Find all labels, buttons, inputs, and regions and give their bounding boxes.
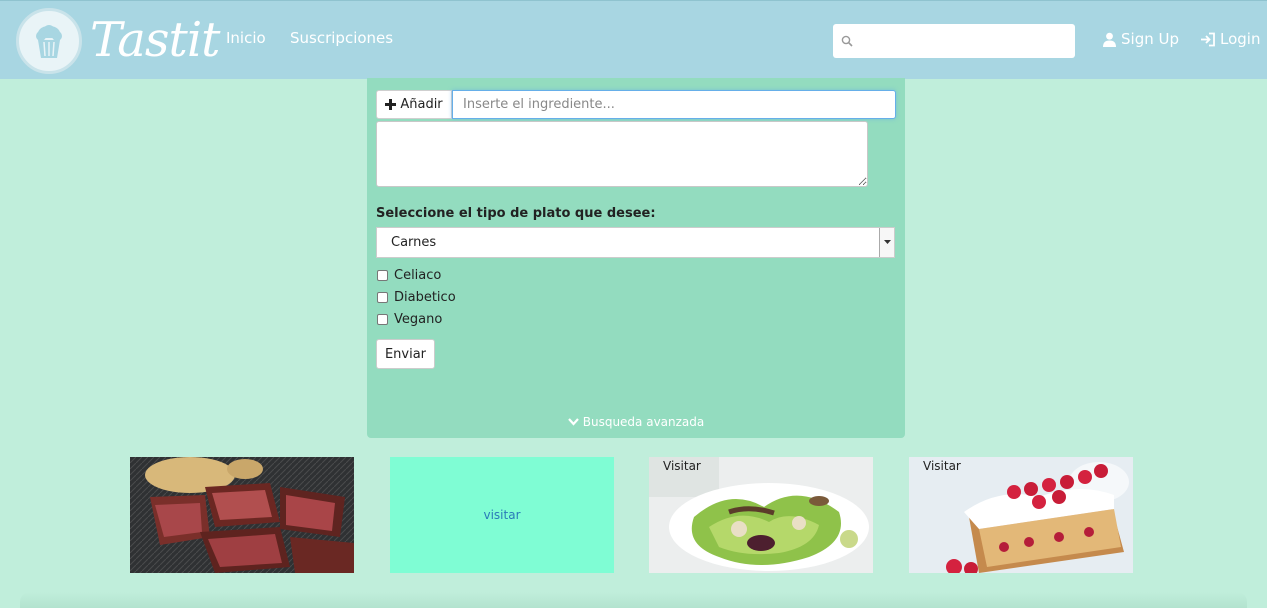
celiaco-checkbox[interactable] bbox=[377, 270, 388, 281]
dish-type-select[interactable]: Carnes bbox=[376, 227, 895, 258]
dropdown-caret-icon[interactable] bbox=[879, 228, 894, 257]
signup-link[interactable]: Sign Up bbox=[1102, 30, 1179, 48]
plus-icon bbox=[385, 99, 397, 110]
cake-image bbox=[909, 457, 1133, 573]
user-icon bbox=[1103, 32, 1116, 47]
option-celiaco[interactable]: Celiaco bbox=[377, 268, 441, 283]
search-panel: Añadir Seleccione el tipo de plato que d… bbox=[367, 78, 905, 438]
vegano-label: Vegano bbox=[394, 312, 443, 327]
ingredient-input[interactable] bbox=[452, 90, 896, 119]
salad-image bbox=[649, 457, 873, 573]
vegano-checkbox[interactable] bbox=[377, 314, 388, 325]
nav-inicio[interactable]: Inicio bbox=[226, 29, 266, 47]
option-diabetico[interactable]: Diabetico bbox=[377, 290, 456, 305]
option-vegano[interactable]: Vegano bbox=[377, 312, 442, 327]
recipe-card-steak[interactable] bbox=[130, 457, 354, 573]
footer-edge bbox=[20, 592, 1247, 608]
logo-icon[interactable] bbox=[16, 8, 82, 74]
submit-button[interactable]: Enviar bbox=[376, 339, 435, 369]
celiaco-label: Celiaco bbox=[394, 268, 442, 283]
search-icon bbox=[841, 35, 853, 47]
login-link[interactable]: Login bbox=[1200, 30, 1260, 48]
add-ingredient-label: Añadir bbox=[400, 97, 443, 112]
logo-text[interactable]: Tastit bbox=[90, 7, 220, 73]
ingredients-textarea[interactable] bbox=[376, 121, 868, 187]
nav-suscripciones[interactable]: Suscripciones bbox=[290, 29, 393, 47]
login-label: Login bbox=[1220, 30, 1261, 48]
recipe-card-salad[interactable]: Visitar bbox=[649, 457, 873, 573]
login-icon bbox=[1201, 32, 1215, 46]
diabetico-label: Diabetico bbox=[394, 290, 456, 305]
advanced-search-label: Busqueda avanzada bbox=[582, 415, 705, 429]
advanced-search-toggle[interactable]: Busqueda avanzada bbox=[367, 415, 905, 429]
search-input[interactable] bbox=[859, 26, 1073, 58]
top-navbar: Tastit Inicio Suscripciones Sign Up Logi… bbox=[0, 0, 1267, 79]
visit-link[interactable]: visitar bbox=[483, 508, 520, 522]
visit-label[interactable]: Visitar bbox=[923, 459, 961, 473]
add-ingredient-button[interactable]: Añadir bbox=[376, 90, 452, 119]
chevron-down-icon bbox=[567, 418, 579, 426]
search-box bbox=[833, 24, 1075, 58]
recipe-card-visit[interactable]: visitar bbox=[390, 457, 614, 573]
dish-type-value: Carnes bbox=[391, 235, 437, 250]
dish-type-label: Seleccione el tipo de plato que desee: bbox=[376, 206, 656, 221]
visit-label[interactable]: Visitar bbox=[663, 459, 701, 473]
diabetico-checkbox[interactable] bbox=[377, 292, 388, 303]
steak-image bbox=[130, 457, 354, 573]
signup-label: Sign Up bbox=[1121, 30, 1179, 48]
recipe-card-cake[interactable]: Visitar bbox=[909, 457, 1133, 573]
